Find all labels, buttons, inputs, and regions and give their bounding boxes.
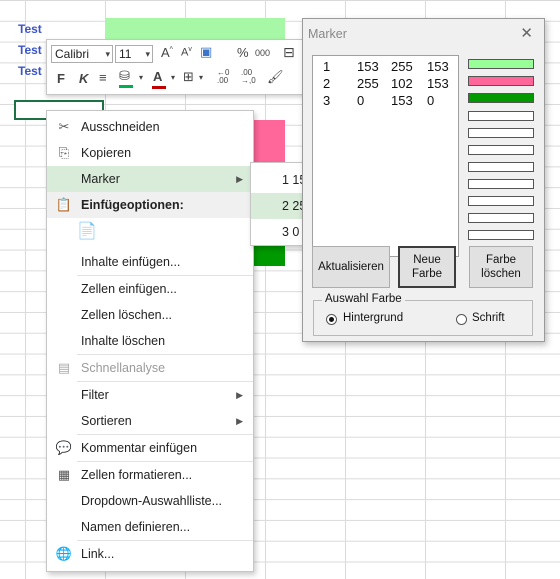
font-name-box[interactable]: Calibri ▾: [51, 45, 113, 63]
chevron-right-icon: ▶: [236, 416, 243, 426]
color-swatch[interactable]: [468, 59, 534, 69]
chevron-down-icon[interactable]: ▾: [171, 73, 175, 82]
menu-item-filter[interactable]: Filter ▶: [47, 382, 253, 408]
refresh-button[interactable]: Aktualisieren: [312, 246, 390, 288]
shrink-font-icon[interactable]: Av: [181, 46, 192, 59]
context-menu: ✂ Ausschneiden ⎘ Kopieren Marker ▶ 📋 Ein…: [46, 110, 254, 572]
paste-icon: 📋: [55, 197, 73, 212]
color-swatch[interactable]: [468, 111, 534, 121]
chevron-down-icon: ▾: [105, 49, 110, 59]
chevron-down-icon[interactable]: ▾: [139, 73, 143, 82]
cell-fill-pink[interactable]: [250, 120, 285, 162]
color-swatch[interactable]: [468, 128, 534, 138]
color-swatch[interactable]: [468, 196, 534, 206]
cell-a1[interactable]: Test: [18, 22, 42, 36]
color-swatch[interactable]: [468, 213, 534, 223]
cell-fill-darkgreen[interactable]: [250, 245, 285, 266]
font-size-box[interactable]: 11 ▾: [115, 45, 153, 63]
radio-font[interactable]: [456, 314, 467, 325]
menu-item-dropdown-list[interactable]: Dropdown-Auswahlliste...: [47, 488, 253, 514]
borders-icon[interactable]: ⊞: [183, 69, 194, 85]
menu-item-insert-cells[interactable]: Zellen einfügen...: [47, 276, 253, 302]
close-icon[interactable]: ✕: [520, 24, 533, 42]
color-swatch[interactable]: [468, 76, 534, 86]
accounting-format-icon[interactable]: ▣: [200, 44, 212, 60]
menu-item-paste-special[interactable]: Inhalte einfügen...: [47, 249, 253, 275]
percent-icon[interactable]: %: [237, 45, 249, 60]
delete-color-button[interactable]: Farbe löschen: [469, 246, 533, 288]
menu-item-define-name[interactable]: Namen definieren...: [47, 514, 253, 540]
color-swatch[interactable]: [468, 145, 534, 155]
menu-item-clear-contents[interactable]: Inhalte löschen: [47, 328, 253, 354]
cell-a3[interactable]: Test: [18, 64, 42, 78]
menu-item-link[interactable]: 🌐 Link...: [47, 541, 253, 567]
format-cells-icon: ▦: [57, 467, 71, 482]
fill-color-icon[interactable]: ⛁: [119, 68, 133, 88]
thousands-separator-icon[interactable]: 000: [255, 48, 270, 58]
link-icon: 🌐: [55, 546, 73, 561]
menu-item-paste-options: 📋 Einfügeoptionen:: [47, 192, 253, 218]
format-painter-icon[interactable]: 🖌: [267, 69, 284, 85]
menu-item-quick-analysis: ▤ Schnellanalyse: [47, 355, 253, 381]
cell-a2[interactable]: Test: [18, 43, 42, 57]
mini-toolbar: Calibri ▾ 11 ▾ A^ Av ▣ % 000 ⊟ F K ≡ ⛁ ▾ A…: [46, 39, 304, 95]
menu-item-marker[interactable]: Marker ▶: [47, 166, 253, 192]
dialog-title: Marker: [308, 27, 347, 41]
radio-background-label[interactable]: Hintergrund: [343, 312, 403, 324]
color-swatch[interactable]: [468, 179, 534, 189]
new-color-button[interactable]: Neue Farbe: [398, 246, 456, 288]
paste-values-icon: 📄: [77, 223, 97, 240]
quick-analysis-icon: ▤: [57, 360, 71, 375]
menu-item-sort[interactable]: Sortieren ▶: [47, 408, 253, 434]
scissors-icon: ✂: [58, 119, 70, 134]
font-color-icon[interactable]: A: [152, 69, 166, 89]
chevron-right-icon: ▶: [236, 174, 243, 184]
chevron-down-icon: ▾: [145, 49, 150, 59]
grow-font-icon[interactable]: A^: [161, 45, 173, 60]
color-swatch[interactable]: [468, 162, 534, 172]
merge-cells-icon[interactable]: ⊟: [283, 44, 295, 61]
bold-button[interactable]: F: [57, 71, 65, 86]
color-swatch[interactable]: [468, 230, 534, 240]
radio-background[interactable]: [326, 314, 337, 325]
color-target-group: Auswahl Farbe Hintergrund Schrift: [313, 293, 533, 336]
chevron-down-icon[interactable]: ▾: [199, 73, 203, 82]
menu-item-cut[interactable]: ✂ Ausschneiden: [47, 114, 253, 140]
align-center-icon[interactable]: ≡: [99, 70, 107, 85]
copy-icon: ⎘: [58, 145, 70, 160]
menu-item-copy[interactable]: ⎘ Kopieren: [47, 140, 253, 166]
group-title: Auswahl Farbe: [322, 293, 405, 305]
comment-icon: 💬: [55, 440, 73, 455]
radio-font-label[interactable]: Schrift: [472, 312, 505, 324]
marker-dialog: Marker ✕ 1 153 255 153 2 255 102 153 3 0…: [302, 18, 545, 342]
chevron-right-icon: ▶: [236, 390, 243, 400]
menu-item-insert-comment[interactable]: 💬 Kommentar einfügen: [47, 435, 253, 461]
color-list[interactable]: 1 153 255 153 2 255 102 153 3 0 153 0: [312, 55, 459, 257]
font-size: 11: [119, 47, 132, 61]
menu-item-format-cells[interactable]: ▦ Zellen formatieren...: [47, 462, 253, 488]
font-name: Calibri: [55, 47, 90, 61]
italic-button[interactable]: K: [79, 71, 88, 86]
menu-item-delete-cells[interactable]: Zellen löschen...: [47, 302, 253, 328]
color-swatch[interactable]: [468, 93, 534, 103]
increase-decimal-icon[interactable]: ←0.00: [217, 69, 229, 85]
menu-item-paste-values[interactable]: 📄: [47, 219, 253, 247]
decrease-decimal-icon[interactable]: .00 →,0: [241, 69, 256, 85]
